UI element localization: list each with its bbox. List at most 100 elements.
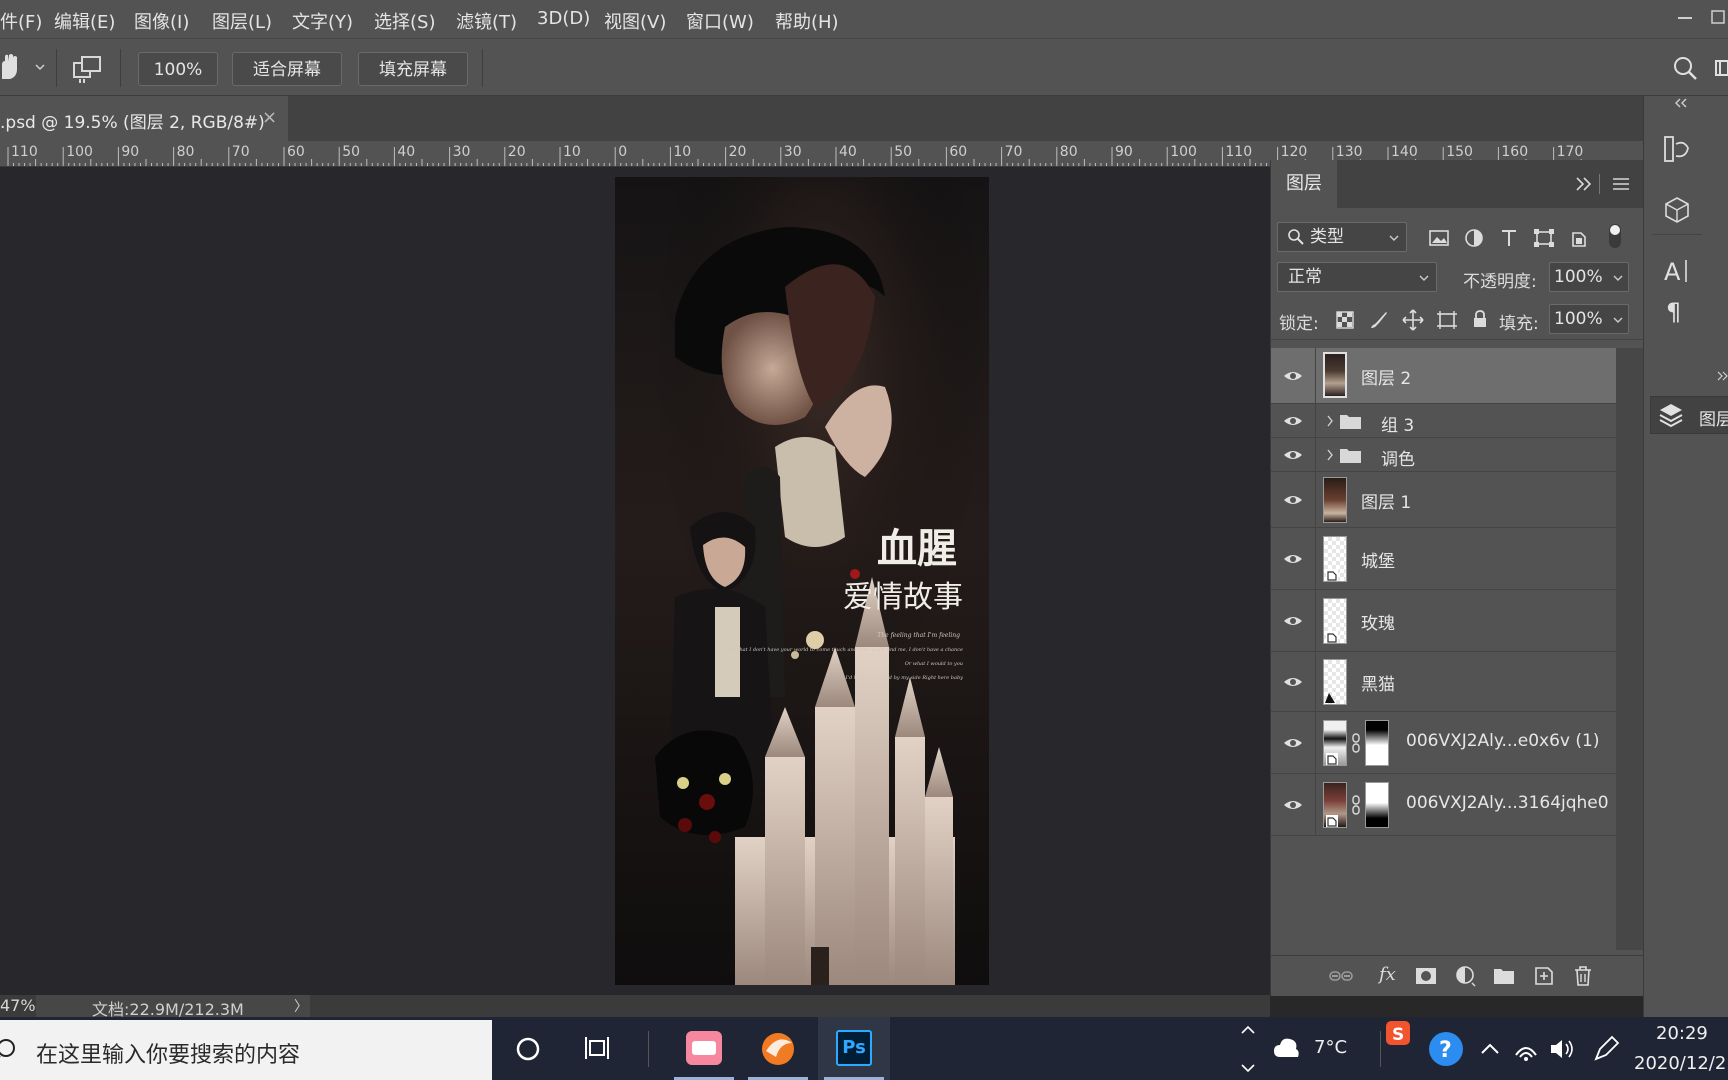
- maximize-button[interactable]: [1700, 0, 1728, 38]
- panel-menu-button[interactable]: [1609, 172, 1635, 196]
- pixel-filter-icon[interactable]: [1428, 228, 1450, 248]
- sogou-input-icon[interactable]: S: [1384, 1019, 1414, 1049]
- tray-chevrons-icon[interactable]: [1236, 1019, 1260, 1079]
- layer-row[interactable]: 006VXJ2Aly...3164jqhe0: [1271, 774, 1616, 836]
- visibility-eye-icon[interactable]: [1283, 549, 1303, 569]
- layer-row[interactable]: 组 3: [1271, 404, 1616, 438]
- chevron-up-icon[interactable]: [1478, 1037, 1502, 1061]
- smart-object-filter-icon[interactable]: [1569, 228, 1589, 248]
- collapse-dock-icon[interactable]: [1644, 96, 1728, 110]
- hand-tool-preset[interactable]: [0, 53, 50, 83]
- lock-position-icon[interactable]: [1402, 309, 1424, 331]
- chevron-right-icon[interactable]: [1325, 414, 1335, 428]
- filter-type-dropdown[interactable]: 类型: [1277, 222, 1407, 252]
- fill-screen-button[interactable]: 填充屏幕: [358, 52, 468, 86]
- menu-3d[interactable]: 3D(D): [537, 8, 590, 29]
- layer-name[interactable]: 006VXJ2Aly...3164jqhe0: [1406, 793, 1609, 813]
- scroll-all-windows-toggle[interactable]: [70, 53, 106, 83]
- filter-toggle[interactable]: [1609, 224, 1621, 248]
- search-button[interactable]: [1670, 53, 1700, 83]
- adjustment-filter-icon[interactable]: [1464, 228, 1484, 248]
- fit-screen-button[interactable]: 适合屏幕: [232, 52, 342, 86]
- taskbar-app-photoshop[interactable]: Ps: [818, 1017, 890, 1080]
- layer-row[interactable]: 玫瑰: [1271, 590, 1616, 652]
- delete-layer-icon[interactable]: [1573, 965, 1593, 987]
- canvas-work-area[interactable]: 血腥 爱情故事 The feeling that I'm feeling Now…: [0, 167, 1270, 995]
- weather-icon[interactable]: [1272, 1033, 1302, 1063]
- layer-name[interactable]: 城堡: [1361, 547, 1395, 572]
- type-filter-icon[interactable]: [1499, 228, 1519, 248]
- layer-row[interactable]: 006VXJ2Aly...e0x6v (1): [1271, 712, 1616, 774]
- pen-icon[interactable]: [1592, 1035, 1620, 1063]
- visibility-eye-icon[interactable]: [1283, 672, 1303, 692]
- visibility-eye-icon[interactable]: [1283, 445, 1303, 465]
- visibility-eye-icon[interactable]: [1283, 611, 1303, 631]
- workspace-button[interactable]: [1712, 53, 1728, 83]
- document-canvas[interactable]: 血腥 爱情故事 The feeling that I'm feeling Now…: [615, 177, 989, 985]
- lock-all-icon[interactable]: [1471, 309, 1489, 329]
- task-view-icon[interactable]: [580, 1029, 620, 1069]
- fill-field[interactable]: 100%: [1549, 304, 1629, 334]
- layer-row[interactable]: 图层 2: [1271, 348, 1616, 404]
- close-tab-icon[interactable]: ×: [262, 107, 277, 128]
- menu-view[interactable]: 视图(V): [604, 8, 666, 34]
- zoom-level[interactable]: 47%: [0, 996, 36, 1015]
- menu-help[interactable]: 帮助(H): [775, 8, 839, 34]
- layer-row[interactable]: 黑猫: [1271, 652, 1616, 712]
- chevron-right-icon[interactable]: [1325, 448, 1335, 462]
- layer-thumbnail[interactable]: [1323, 659, 1347, 705]
- zoom-100-button[interactable]: 100%: [138, 52, 218, 86]
- menu-filter[interactable]: 滤镜(T): [456, 8, 517, 34]
- add-mask-icon[interactable]: [1415, 966, 1437, 986]
- lock-artboard-icon[interactable]: [1436, 310, 1458, 330]
- character-icon[interactable]: A: [1662, 256, 1692, 286]
- layer-thumbnail[interactable]: [1323, 477, 1347, 523]
- lock-image-pixels-icon[interactable]: [1369, 310, 1389, 330]
- wifi-icon[interactable]: [1512, 1035, 1540, 1063]
- taskbar-search-box[interactable]: 在这里输入你要搜索的内容: [0, 1020, 492, 1080]
- 3d-icon[interactable]: [1662, 194, 1692, 224]
- layer-row[interactable]: 调色: [1271, 438, 1616, 472]
- taskbar-app-bilibili[interactable]: [668, 1017, 740, 1080]
- layer-row[interactable]: 城堡: [1271, 528, 1616, 590]
- expand-dock-button[interactable]: [1648, 368, 1728, 382]
- menu-layer[interactable]: 图层(L): [212, 8, 272, 34]
- menu-select[interactable]: 选择(S): [374, 8, 435, 34]
- volume-icon[interactable]: [1548, 1035, 1576, 1063]
- cortana-icon[interactable]: [508, 1029, 548, 1069]
- paragraph-icon[interactable]: ¶: [1662, 296, 1692, 326]
- layer-row[interactable]: 图层 1: [1271, 472, 1616, 528]
- layer-name[interactable]: 图层 1: [1361, 488, 1411, 513]
- layer-list-scrollbar[interactable]: [1616, 348, 1644, 950]
- history-icon[interactable]: [1662, 134, 1692, 164]
- document-tab[interactable]: .psd @ 19.5% (图层 2, RGB/8#) ×: [0, 96, 288, 141]
- layer-thumbnail[interactable]: [1323, 352, 1347, 398]
- menu-type[interactable]: 文字(Y): [292, 8, 353, 34]
- menu-edit[interactable]: 编辑(E): [54, 8, 115, 34]
- layer-name[interactable]: 图层 2: [1361, 364, 1411, 389]
- menu-window[interactable]: 窗口(W): [686, 8, 754, 34]
- layer-name[interactable]: 组 3: [1381, 411, 1414, 436]
- clock-time[interactable]: 20:29: [1656, 1023, 1708, 1044]
- add-layer-style-button[interactable]: fx: [1379, 964, 1396, 985]
- tab-layers[interactable]: 图层: [1271, 160, 1337, 208]
- lock-transparent-pixels-icon[interactable]: [1335, 310, 1355, 330]
- blend-mode-dropdown[interactable]: 正常: [1277, 262, 1437, 292]
- visibility-eye-icon[interactable]: [1283, 795, 1303, 815]
- taskbar-app-browser[interactable]: [742, 1017, 814, 1080]
- layer-name[interactable]: 玫瑰: [1361, 609, 1395, 634]
- new-layer-icon[interactable]: [1533, 965, 1555, 987]
- layers-collapsed-button[interactable]: 图层: [1650, 396, 1728, 434]
- layer-name[interactable]: 调色: [1381, 445, 1415, 470]
- layer-mask-thumbnail[interactable]: [1365, 782, 1389, 828]
- menu-file[interactable]: 件(F): [0, 8, 42, 34]
- collapse-panel-button[interactable]: [1571, 172, 1597, 196]
- layer-name[interactable]: 006VXJ2Aly...e0x6v (1): [1406, 731, 1599, 751]
- status-menu-arrow[interactable]: 〉: [294, 996, 308, 1016]
- layer-mask-thumbnail[interactable]: [1365, 720, 1389, 766]
- new-group-icon[interactable]: [1493, 966, 1515, 986]
- visibility-eye-icon[interactable]: [1283, 366, 1303, 386]
- layer-name[interactable]: 黑猫: [1361, 670, 1395, 695]
- visibility-eye-icon[interactable]: [1283, 411, 1303, 431]
- visibility-eye-icon[interactable]: [1283, 733, 1303, 753]
